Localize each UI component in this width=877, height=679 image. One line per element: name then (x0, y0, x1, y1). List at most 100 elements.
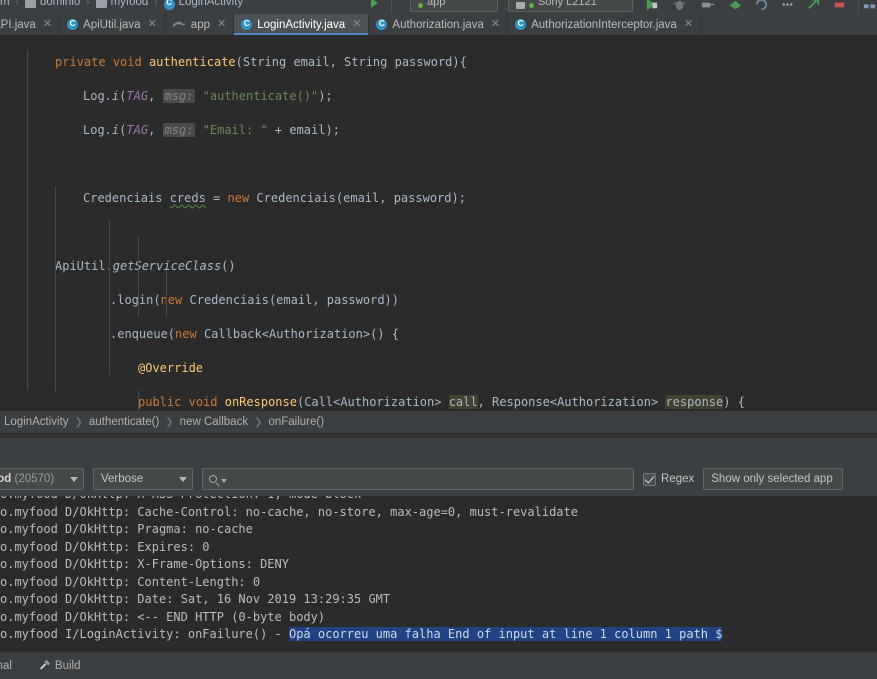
log-line-selected[interactable]: o.myfood I/LoginActivity: onFailure() - … (0, 626, 877, 644)
indent-guide (166, 271, 167, 317)
code-line: public void onResponse(Call<Authorizatio… (138, 395, 745, 409)
build-tool-button[interactable]: Build (38, 659, 81, 672)
code-line: Log.i(TAG, msg: "authenticate()"); (83, 89, 333, 103)
toolbar-divider (391, 0, 392, 13)
code-line: @Override (138, 361, 204, 375)
device-online-dot (529, 2, 534, 8)
bottom-status-bar: inal Build (0, 651, 877, 679)
tab-apiutil-java[interactable]: ApiUtil.java ✕ (60, 14, 165, 35)
tab-label: API.java (0, 18, 36, 31)
tab-authorizationinterceptor-java[interactable]: AuthorizationInterceptor.java ✕ (508, 14, 702, 35)
class-icon (163, 0, 175, 10)
breadcrumb-separator: › (15, 0, 19, 8)
close-icon[interactable]: ✕ (43, 19, 52, 30)
avd-manager-icon[interactable] (806, 0, 821, 12)
log-line-prefix: o.myfood I/LoginActivity: onFailure() - (0, 627, 289, 641)
chevron-down-icon[interactable] (221, 479, 227, 483)
search-icon (209, 475, 217, 483)
regex-checkbox-group[interactable]: Regex (643, 472, 695, 486)
tab-authorization-java[interactable]: Authorization.java ✕ (369, 14, 509, 35)
code-line: .login(new Credenciais(email, password)) (110, 293, 400, 307)
tab-api-java[interactable]: API.java ✕ (0, 14, 61, 35)
panel-splitter[interactable] (0, 434, 877, 462)
close-icon[interactable]: ✕ (684, 19, 693, 30)
run-arrow-icon[interactable] (371, 0, 378, 8)
run-configuration-selector[interactable]: app (410, 0, 498, 12)
breadcrumb-separator: ❯ (165, 416, 174, 428)
class-icon (67, 18, 79, 30)
breadcrumb-item-loginactivity[interactable]: LoginActivity (179, 0, 244, 8)
android-config-icon (418, 2, 423, 8)
profiler-icon[interactable] (728, 0, 743, 12)
run-icon[interactable] (644, 0, 659, 12)
build-label: Build (54, 659, 81, 672)
close-icon[interactable]: ✕ (491, 19, 500, 30)
sync-gradle-icon[interactable] (754, 0, 769, 12)
logcat-toolbar: yfood (20570) Verbose Regex Show only se… (0, 462, 877, 496)
process-selector[interactable]: yfood (20570) (0, 468, 84, 490)
attach-debugger-icon[interactable] (700, 0, 715, 12)
tab-app[interactable]: app ✕ (165, 14, 235, 35)
process-name: yfood (0, 473, 12, 485)
close-icon[interactable]: ✕ (217, 19, 226, 30)
chevron-down-icon (70, 476, 78, 482)
editor-tab-bar: API.java ✕ ApiUtil.java ✕ app ✕ LoginAct… (0, 14, 877, 36)
log-line: o.myfood D/OkHttp: Expires: 0 (0, 539, 210, 554)
logcat-search-input[interactable] (230, 473, 627, 485)
regex-checkbox[interactable] (643, 472, 656, 486)
device-label: Sony L2121 (538, 0, 597, 8)
log-line: o.myfood D/OkHttp: Pragma: no-cache (0, 522, 253, 536)
gradle-icon (172, 21, 186, 28)
breadcrumb-item-dominio[interactable]: dominio (40, 0, 80, 8)
log-line: o.myfood D/OkHttp: X-Frame-Options: DENY (0, 557, 289, 571)
debug-icon[interactable] (672, 0, 687, 12)
more-actions-icon[interactable] (780, 0, 795, 12)
log-level-label: Verbose (101, 473, 144, 485)
log-line: o.myfood D/OkHttp: Cache-Control: no-cac… (0, 504, 578, 519)
breadcrumb-separator: ❯ (254, 416, 263, 428)
breadcrumb-item-myfood[interactable]: myfood (111, 0, 149, 8)
sdk-manager-icon[interactable] (862, 0, 877, 12)
code-content[interactable]: private void authenticate(String email, … (0, 36, 877, 411)
breadcrumb-inner-method[interactable]: onFailure() (268, 416, 324, 428)
breadcrumb-item-m[interactable]: m (0, 0, 10, 8)
indent-guide (55, 186, 56, 391)
folder-icon (95, 0, 107, 8)
tab-label: AuthorizationInterceptor.java (531, 18, 677, 31)
tab-label: LoginActivity.java (257, 18, 346, 31)
terminal-label: inal (0, 659, 12, 672)
tab-loginactivity-java[interactable]: LoginActivity.java ✕ (234, 14, 370, 35)
terminal-tool-button[interactable]: inal (0, 660, 12, 672)
code-editor[interactable]: private void authenticate(String email, … (0, 36, 877, 411)
breadcrumb-separator: › (86, 0, 90, 8)
log-line: o.myfood D/OkHttp: Content-Length: 0 (0, 574, 261, 589)
device-selector[interactable]: Sony L2121 (508, 0, 633, 12)
stop-icon[interactable] (832, 0, 847, 12)
code-line: .enqueue(new Callback<Authorization>() { (110, 327, 400, 341)
log-line-selection: Opá ocorreu uma falha End of input at li… (288, 627, 723, 641)
tab-label: app (190, 18, 210, 31)
class-icon (376, 18, 388, 30)
logcat-filter-selector[interactable]: Show only selected app (703, 468, 844, 490)
breadcrumb-separator: › (154, 0, 158, 8)
logcat-filter-label: Show only selected app (711, 473, 833, 485)
log-line: o.myfood D/OkHttp: X-XSS-Protection: 1; … (0, 496, 877, 504)
logcat-search-box[interactable] (202, 468, 634, 490)
main-toolbar: m › dominio › myfood › LoginActivity app… (0, 0, 877, 14)
regex-label: Regex (661, 473, 695, 485)
close-icon[interactable]: ✕ (352, 19, 361, 30)
log-line: o.myfood D/OkHttp: <-- END HTTP (0-byte … (0, 609, 326, 624)
log-level-selector[interactable]: Verbose (93, 468, 193, 490)
code-line: Log.i(TAG, msg: "Email: " + email); (83, 123, 340, 137)
indent-guide (138, 390, 139, 411)
logcat-output[interactable]: o.myfood D/OkHttp: X-XSS-Protection: 1; … (0, 496, 877, 651)
breadcrumb-anonymous-class[interactable]: new Callback (180, 416, 248, 428)
breadcrumb-method[interactable]: authenticate() (89, 416, 159, 428)
breadcrumb-class[interactable]: LoginActivity (4, 416, 69, 428)
class-icon (241, 18, 253, 30)
editor-breadcrumb: LoginActivity ❯ authenticate() ❯ new Cal… (0, 411, 877, 434)
project-breadcrumb: m › dominio › myfood › LoginActivity (0, 0, 243, 13)
close-icon[interactable]: ✕ (148, 19, 157, 30)
